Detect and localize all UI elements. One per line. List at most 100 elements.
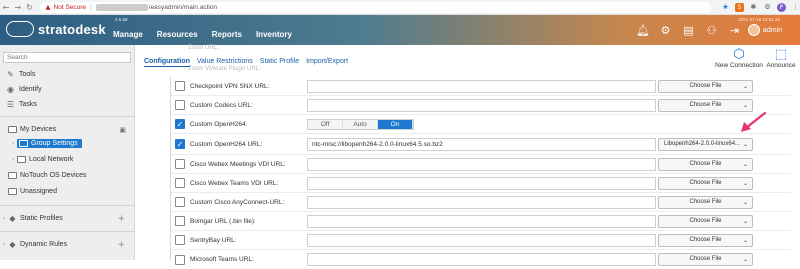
sidebar-item-identify[interactable]: ◉ Identify xyxy=(6,85,42,94)
toggle-off[interactable]: Off xyxy=(308,119,343,129)
wrench-icon: ✎ xyxy=(7,70,14,79)
chevron-right-icon[interactable]: › xyxy=(9,156,17,163)
user-menu[interactable]: admin xyxy=(747,24,782,36)
chevron-down-icon: ⌄ xyxy=(742,101,748,109)
chevron-down-icon: ⌄ xyxy=(742,198,748,206)
address-bar[interactable]: ▲ Not Secure | xxxxxxxxxxxxxxxx /easyadm… xyxy=(39,1,711,13)
tab-configuration[interactable]: Configuration xyxy=(144,58,190,67)
checkbox[interactable] xyxy=(175,178,185,188)
bell-icon[interactable]: 🔔︎ xyxy=(636,24,650,37)
checkbox[interactable] xyxy=(175,197,185,207)
checkbox-checked[interactable]: ✓ xyxy=(175,119,185,129)
add-folder-icon[interactable]: ▣ xyxy=(119,126,126,134)
checkbox[interactable] xyxy=(175,159,185,169)
media-icon[interactable]: ⚙ xyxy=(763,3,772,12)
sidebar-item-tools[interactable]: ✎ Tools xyxy=(6,70,35,79)
announce-icon: ⬚ xyxy=(774,47,788,62)
tree-local-network[interactable]: › Local Network xyxy=(0,154,135,165)
checkbox[interactable] xyxy=(175,235,185,245)
tree-label: Dynamic Rules xyxy=(20,241,68,248)
users-icon[interactable]: ⚇ xyxy=(705,24,718,37)
new-connection-label: New Connection xyxy=(715,62,763,69)
openh264-toggle: Off Auto On xyxy=(307,118,414,130)
browser-menu-icon[interactable]: ⋮ xyxy=(791,3,800,12)
chevron-down-icon: ⌄ xyxy=(742,160,748,168)
choose-file-label: Choose File xyxy=(689,217,722,224)
nav-reports[interactable]: Reports xyxy=(212,30,242,39)
cube-icon: ⬡ xyxy=(733,47,745,62)
chevron-down-icon: ⌄ xyxy=(742,217,748,225)
checkbox[interactable] xyxy=(175,81,185,91)
extension-badge-icon[interactable]: 5 xyxy=(734,2,744,12)
url-field[interactable] xyxy=(307,79,656,93)
add-static-profile-icon[interactable]: + xyxy=(117,214,125,224)
sidebar-item-tasks[interactable]: ☰ Tasks xyxy=(6,100,37,109)
setting-row: Custom Cisco AnyConnect-URL: Choose File… xyxy=(171,193,791,212)
add-dynamic-rule-icon[interactable]: + xyxy=(117,240,125,250)
nav-inventory[interactable]: Inventory xyxy=(256,30,292,39)
sidebar: Search ✎ Tools ◉ Identify ☰ Tasks My Dev… xyxy=(0,45,135,260)
puzzle-icon[interactable]: ✱ xyxy=(749,3,758,12)
forward-icon[interactable]: → xyxy=(12,3,24,12)
toggle-on[interactable]: On xyxy=(378,119,413,129)
tab-static-profile[interactable]: Static Profile xyxy=(260,58,299,67)
folder-icon xyxy=(8,188,17,195)
checkbox[interactable] xyxy=(175,216,185,226)
setting-row: ✓ Custom OpenH264: Off Auto On xyxy=(171,115,791,134)
checkbox[interactable] xyxy=(175,100,185,110)
choose-file-label: Choose File xyxy=(689,256,722,262)
url-field[interactable]: ntc-misc://libopenh264-2.0.0-linux64.5.s… xyxy=(307,137,656,151)
tab-import-export[interactable]: Import/Export xyxy=(306,58,348,67)
url-field[interactable] xyxy=(307,98,656,112)
chevron-right-icon[interactable]: › xyxy=(9,140,17,147)
chosen-file-label: Libopenh264-2.0.0-linux64... xyxy=(664,140,741,147)
tree-unassigned[interactable]: Unassigned xyxy=(0,186,135,197)
nav-resources[interactable]: Resources xyxy=(157,30,198,39)
bookmark-star-icon[interactable]: ★ xyxy=(721,3,730,12)
choose-file-button[interactable]: Choose File ⌄ xyxy=(658,214,753,228)
nav-manage[interactable]: Manage xyxy=(113,30,143,39)
new-connection-button[interactable]: ⬡ New Connection xyxy=(714,47,764,69)
announce-button[interactable]: ⬚ Announce xyxy=(764,47,798,69)
url-field[interactable] xyxy=(307,157,656,171)
gear-icon[interactable]: ⚙ xyxy=(659,24,672,37)
document-icon[interactable]: ▤ xyxy=(682,24,695,37)
stratodesk-logo[interactable]: stratodesk xyxy=(6,21,106,37)
toggle-auto[interactable]: Auto xyxy=(343,119,378,129)
choose-file-button[interactable]: Choose File ⌄ xyxy=(658,233,753,247)
choose-file-button[interactable]: Choose File ⌄ xyxy=(658,79,753,93)
url-field[interactable] xyxy=(307,214,656,228)
sidebar-divider xyxy=(0,205,135,206)
setting-label: Custom Cisco AnyConnect-URL: xyxy=(190,198,285,206)
back-icon[interactable]: ← xyxy=(0,3,12,12)
search-input[interactable]: Search xyxy=(3,52,131,63)
tree-notouch-devices[interactable]: NoTouch OS Devices xyxy=(0,170,135,181)
chosen-file-button[interactable]: Libopenh264-2.0.0-linux64... ⌄ xyxy=(658,137,753,151)
choose-file-button[interactable]: Choose File ⌄ xyxy=(658,157,753,171)
tree-my-devices[interactable]: My Devices ▣ xyxy=(0,124,135,135)
tree-label: Local Network xyxy=(29,156,74,163)
faded-zoom-url-label: Zoom URL: xyxy=(188,45,219,51)
setting-label: SentryBay URL: xyxy=(190,236,237,244)
tree-static-profiles[interactable]: › ◆ Static Profiles + xyxy=(0,213,135,224)
logout-icon[interactable]: ⇥ xyxy=(728,24,741,37)
url-field[interactable] xyxy=(307,233,656,247)
url-field[interactable] xyxy=(307,176,656,190)
profile-avatar[interactable]: P xyxy=(776,2,786,12)
tree-dynamic-rules[interactable]: › ◆ Dynamic Rules + xyxy=(0,239,135,250)
diamond-icon: ◆ xyxy=(9,240,16,249)
checkbox-checked[interactable]: ✓ xyxy=(175,139,185,149)
choose-file-label: Choose File xyxy=(689,160,722,167)
choose-file-button[interactable]: Choose File ⌄ xyxy=(658,98,753,112)
selected-group[interactable]: Group Settings xyxy=(17,139,82,148)
url-field[interactable] xyxy=(307,195,656,209)
tree-group-settings[interactable]: › Group Settings xyxy=(0,138,135,149)
main-content: Zoom URL: Configuration Value Restrictio… xyxy=(136,45,800,266)
chevron-down-icon: ⌄ xyxy=(742,179,748,187)
chevron-right-icon[interactable]: › xyxy=(0,241,8,248)
chevron-right-icon[interactable]: › xyxy=(0,215,8,222)
reload-icon[interactable]: ↻ xyxy=(24,3,36,12)
choose-file-button[interactable]: Choose File ⌄ xyxy=(658,195,753,209)
main-nav: Manage Resources Reports Inventory xyxy=(113,30,292,39)
choose-file-button[interactable]: Choose File ⌄ xyxy=(658,176,753,190)
